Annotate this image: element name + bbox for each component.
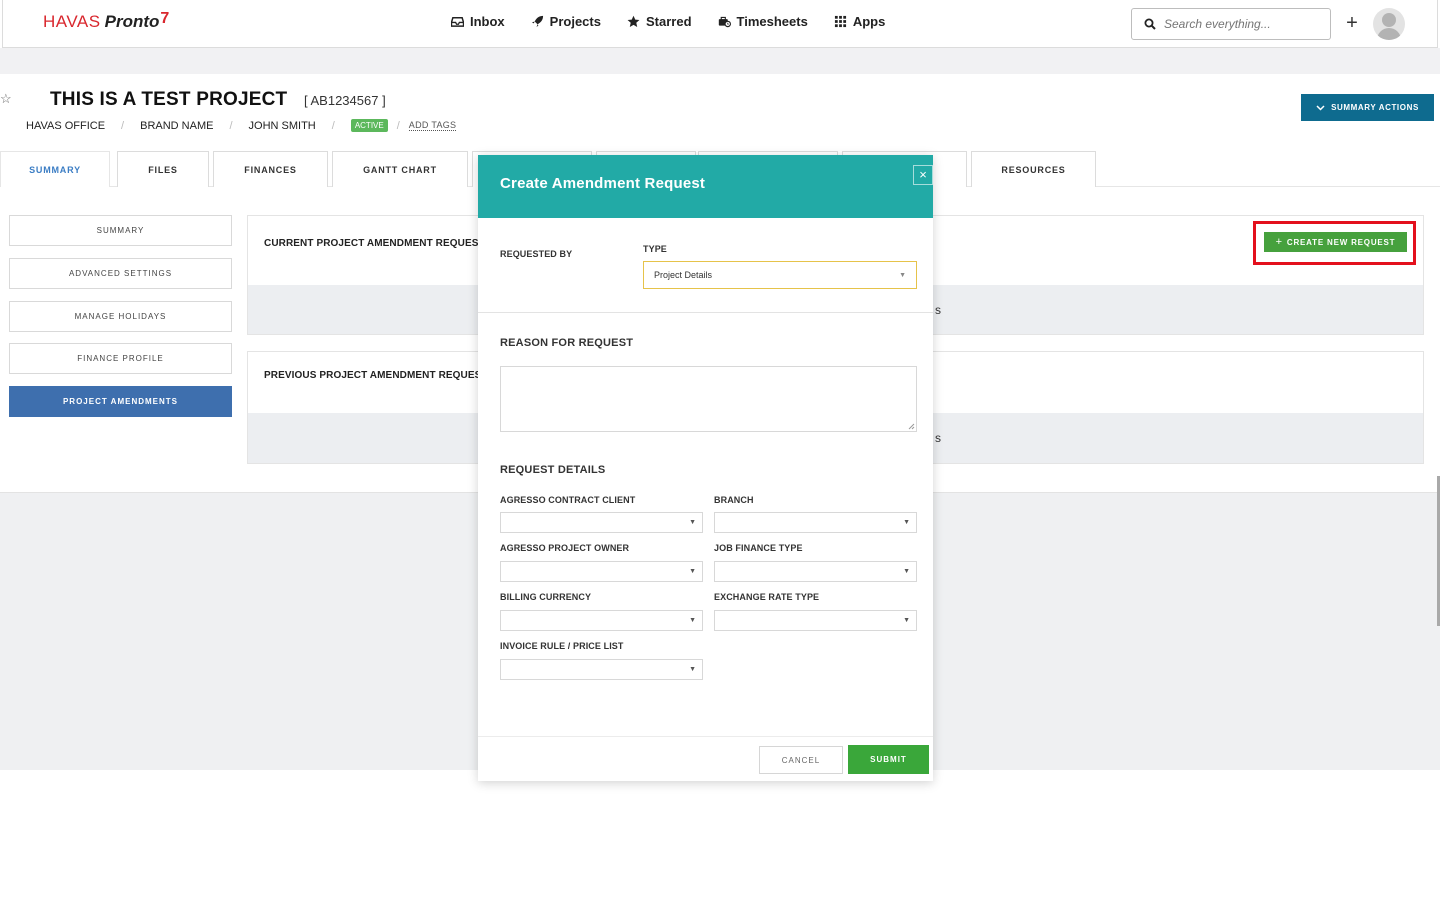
avatar-head-shape: [1382, 13, 1396, 27]
chevron-down-icon: ▼: [903, 519, 910, 526]
timesheet-icon: [718, 16, 731, 28]
current-amendment-title: CURRENT PROJECT AMENDMENT REQUEST: [264, 238, 485, 249]
reason-heading: REASON FOR REQUEST: [500, 337, 634, 349]
nav-inbox[interactable]: Inbox: [451, 14, 505, 29]
chevron-down-icon: [1316, 104, 1325, 111]
sidebar-item-summary[interactable]: SUMMARY: [9, 215, 232, 246]
summary-actions-label: SUMMARY ACTIONS: [1331, 103, 1419, 112]
sidebar-item-manage-holidays[interactable]: MANAGE HOLIDAYS: [9, 301, 232, 332]
nav-apps[interactable]: Apps: [834, 14, 886, 29]
tab-summary[interactable]: SUMMARY: [0, 151, 110, 187]
project-title: THIS IS A TEST PROJECT: [50, 89, 288, 110]
add-tags-link[interactable]: ADD TAGS: [408, 120, 457, 131]
resize-grip-icon[interactable]: [907, 422, 915, 430]
agresso-contract-client-label: AGRESSO CONTRACT CLIENT: [500, 495, 636, 505]
nav-timesheets-label: Timesheets: [736, 14, 808, 29]
search-input[interactable]: [1164, 17, 1324, 31]
top-navbar: HAVAS Pronto 7 Inbox Projects Starred Ti…: [2, 0, 1438, 48]
invoice-rule-select[interactable]: ▼: [500, 659, 703, 680]
breadcrumb-separator: /: [229, 119, 233, 132]
job-finance-type-label: JOB FINANCE TYPE: [714, 543, 803, 553]
sidebar-item-advanced-settings[interactable]: ADVANCED SETTINGS: [9, 258, 232, 289]
main-nav: Inbox Projects Starred Timesheets Apps: [451, 14, 885, 29]
chevron-down-icon: ▼: [903, 568, 910, 575]
current-amendment-footer-text: s: [935, 303, 941, 317]
apps-grid-icon: [834, 15, 846, 28]
job-finance-type-select[interactable]: ▼: [714, 561, 917, 582]
search-icon: [1144, 18, 1156, 30]
create-amendment-modal: Create Amendment Request × REQUESTED BY …: [478, 155, 933, 781]
type-select[interactable]: Project Details ▼: [643, 261, 917, 289]
tab-gantt-chart[interactable]: GANTT CHART: [332, 151, 468, 187]
type-label: TYPE: [643, 244, 667, 254]
branch-select[interactable]: ▼: [714, 512, 917, 533]
annotation-highlight-box: [1253, 221, 1416, 265]
request-details-heading: REQUEST DETAILS: [500, 464, 606, 476]
header-spacer-strip: [0, 48, 1440, 74]
breadcrumb-office[interactable]: HAVAS OFFICE: [26, 120, 105, 132]
logo-bolt-mark: 7: [160, 10, 170, 27]
previous-amendment-footer-text: s: [935, 431, 941, 445]
close-icon[interactable]: ×: [913, 165, 933, 185]
sidebar-item-project-amendments[interactable]: PROJECT AMENDMENTS: [9, 386, 232, 417]
reason-textarea[interactable]: [500, 366, 917, 432]
modal-footer-divider: [478, 736, 933, 737]
chevron-down-icon: ▼: [689, 568, 696, 575]
invoice-rule-label: INVOICE RULE / PRICE LIST: [500, 641, 624, 651]
nav-projects-label: Projects: [549, 14, 601, 29]
exchange-rate-type-select[interactable]: ▼: [714, 610, 917, 631]
exchange-rate-type-label: EXCHANGE RATE TYPE: [714, 592, 820, 602]
logo-havas-text: HAVAS: [43, 12, 101, 31]
breadcrumb-owner[interactable]: JOHN SMITH: [249, 120, 316, 132]
logo-pronto-text: Pronto: [104, 12, 160, 31]
agresso-contract-client-select[interactable]: ▼: [500, 512, 703, 533]
nav-projects[interactable]: Projects: [531, 14, 601, 29]
havas-pronto-logo[interactable]: HAVAS Pronto 7: [43, 10, 170, 36]
chevron-down-icon: ▼: [903, 617, 910, 624]
nav-timesheets[interactable]: Timesheets: [718, 14, 808, 29]
rocket-icon: [531, 15, 543, 28]
nav-starred-label: Starred: [645, 14, 692, 29]
tab-files[interactable]: FILES: [117, 151, 209, 187]
agresso-project-owner-label: AGRESSO PROJECT OWNER: [500, 543, 630, 553]
add-new-button[interactable]: +: [1343, 12, 1361, 34]
breadcrumb-brand[interactable]: BRAND NAME: [140, 120, 213, 132]
project-breadcrumb: HAVAS OFFICE / BRAND NAME / JOHN SMITH /…: [26, 119, 457, 132]
branch-label: BRANCH: [714, 495, 754, 505]
project-code: [ AB1234567 ]: [304, 93, 386, 108]
chevron-down-icon: ▼: [689, 519, 696, 526]
tab-resources[interactable]: RESOURCES: [971, 151, 1096, 187]
submit-button[interactable]: SUBMIT: [848, 745, 929, 774]
modal-title: Create Amendment Request: [500, 175, 706, 192]
global-search[interactable]: [1131, 8, 1331, 40]
breadcrumb-separator: /: [121, 119, 125, 132]
user-avatar[interactable]: [1373, 8, 1405, 40]
summary-actions-button[interactable]: SUMMARY ACTIONS: [1301, 94, 1434, 121]
tab-finances[interactable]: FINANCES: [213, 151, 328, 187]
requested-by-label: REQUESTED BY: [500, 249, 573, 259]
nav-starred[interactable]: Starred: [627, 14, 692, 29]
inbox-icon: [451, 17, 464, 27]
avatar-body-shape: [1377, 28, 1401, 40]
chevron-down-icon: ▼: [899, 272, 906, 279]
favorite-star-icon[interactable]: ☆: [0, 91, 12, 107]
chevron-down-icon: ▼: [689, 666, 696, 673]
nav-apps-label: Apps: [852, 14, 886, 29]
agresso-project-owner-select[interactable]: ▼: [500, 561, 703, 582]
cancel-button[interactable]: CANCEL: [759, 746, 843, 774]
modal-divider: [478, 312, 933, 313]
status-badge: ACTIVE: [350, 119, 388, 132]
billing-currency-select[interactable]: ▼: [500, 610, 703, 631]
star-icon: [627, 15, 640, 27]
type-select-value: Project Details: [654, 270, 713, 280]
nav-inbox-label: Inbox: [470, 14, 505, 29]
breadcrumb-separator: /: [331, 119, 335, 132]
modal-header: Create Amendment Request ×: [478, 155, 933, 218]
billing-currency-label: BILLING CURRENCY: [500, 592, 592, 602]
previous-amendment-title: PREVIOUS PROJECT AMENDMENT REQUEST: [264, 370, 488, 381]
chevron-down-icon: ▼: [689, 617, 696, 624]
sidebar-item-finance-profile[interactable]: FINANCE PROFILE: [9, 343, 232, 374]
breadcrumb-separator: /: [396, 119, 400, 132]
